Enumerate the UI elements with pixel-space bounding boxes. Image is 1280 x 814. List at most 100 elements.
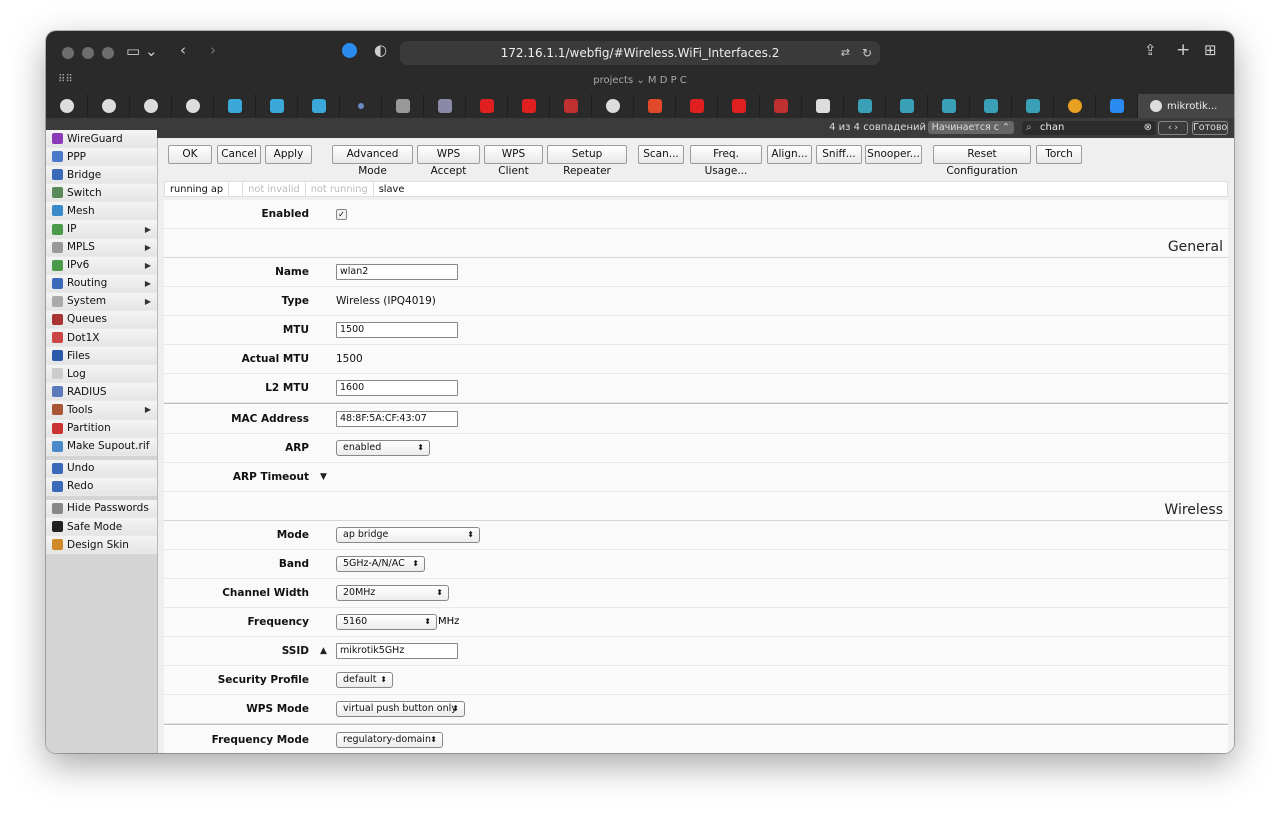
align-button[interactable]: Align... xyxy=(767,145,812,164)
tab-youtube[interactable] xyxy=(466,94,508,118)
tab-v[interactable] xyxy=(424,94,466,118)
sidebar-item-wireguard[interactable]: WireGuard xyxy=(46,130,157,149)
tab-mikrotik-active[interactable]: mikrotik... xyxy=(1138,94,1234,118)
sidebar-item-redo[interactable]: Redo xyxy=(46,477,157,496)
sidebar-item-switch[interactable]: Switch xyxy=(46,184,157,203)
sidebar-item-ipv6[interactable]: IPv6 ▶ xyxy=(46,256,157,275)
find-mode-select[interactable]: Начинается с ⌃ xyxy=(927,121,1014,134)
sidebar-item-undo[interactable]: Undo xyxy=(46,459,157,478)
sidebar-item-safe-mode[interactable]: Safe Mode xyxy=(46,517,157,537)
sidebar-item-log[interactable]: Log xyxy=(46,365,157,384)
cancel-button[interactable]: Cancel xyxy=(217,145,261,164)
tab-app[interactable] xyxy=(634,94,676,118)
sidebar-item-make-supout-rif[interactable]: Make Supout.rif xyxy=(46,437,157,456)
tab-github[interactable] xyxy=(88,94,130,118)
mac-input[interactable]: 48:8F:5A:CF:43:07 xyxy=(336,411,458,427)
name-input[interactable]: wlan2 xyxy=(336,264,458,280)
forward-icon[interactable]: › xyxy=(210,43,216,58)
wps-client-button[interactable]: WPS Client xyxy=(484,145,543,177)
find-input[interactable]: ⌕ chan ⊗ xyxy=(1022,121,1156,135)
translate-icon[interactable]: ⇄ xyxy=(841,41,850,65)
tab-github[interactable] xyxy=(46,94,88,118)
find-prev-next-buttons[interactable]: ‹ › xyxy=(1158,121,1188,135)
scan-button[interactable]: Scan... xyxy=(638,145,684,164)
arp-select[interactable]: enabled ⬍ xyxy=(336,440,430,456)
tab-mikrotik[interactable] xyxy=(760,94,802,118)
tab-youtube[interactable] xyxy=(676,94,718,118)
tab-mikrotik[interactable] xyxy=(550,94,592,118)
wps-mode-select[interactable]: virtual push button only ⬍ xyxy=(336,701,465,717)
sidebar-item-bridge[interactable]: Bridge xyxy=(46,166,157,185)
wps-accept-button[interactable]: WPS Accept xyxy=(417,145,480,177)
sidebar-toggle-icon[interactable]: ▭ ⌄ xyxy=(126,44,158,59)
share-icon[interactable]: ⇪ xyxy=(1144,43,1157,58)
sidebar-item-hide-passwords[interactable]: Hide Passwords xyxy=(46,499,157,518)
close-window-button[interactable] xyxy=(62,47,74,59)
tab-appstore[interactable] xyxy=(1096,94,1138,118)
sidebar-item-ppp[interactable]: PPP xyxy=(46,148,157,167)
back-icon[interactable]: ‹ xyxy=(180,43,186,58)
sidebar-item-ip[interactable]: IP ▶ xyxy=(46,220,157,239)
torch-button[interactable]: Torch xyxy=(1036,145,1082,164)
tab-o[interactable] xyxy=(382,94,424,118)
l2mtu-input[interactable]: 1600 xyxy=(336,380,458,396)
enabled-checkbox[interactable]: ✓ xyxy=(336,209,347,220)
channel-width-select[interactable]: 20MHz ⬍ xyxy=(336,585,449,601)
sidebar-item-dot1x[interactable]: Dot1X xyxy=(46,329,157,348)
tab-github[interactable] xyxy=(592,94,634,118)
tab-gear[interactable] xyxy=(1012,94,1054,118)
favorites-links[interactable]: projects ⌄ M D P C xyxy=(46,75,1234,86)
mode-select[interactable]: ap bridge ⬍ xyxy=(336,527,480,543)
reset-configuration-button[interactable]: Reset Configuration xyxy=(933,145,1031,177)
sidebar-item-routing[interactable]: Routing ▶ xyxy=(46,274,157,293)
tab-gear[interactable] xyxy=(844,94,886,118)
new-tab-icon[interactable]: + xyxy=(1176,42,1190,59)
clear-search-icon[interactable]: ⊗ xyxy=(1144,121,1152,135)
band-select[interactable]: 5GHz-A/N/AC ⬍ xyxy=(336,556,425,572)
snooper-button[interactable]: Snooper... xyxy=(865,145,922,164)
tab-overview-icon[interactable]: ⊞ xyxy=(1204,43,1217,58)
sidebar-item-partition[interactable]: Partition xyxy=(46,419,157,438)
extension-icon[interactable] xyxy=(342,43,357,61)
tab-youtube[interactable] xyxy=(718,94,760,118)
tab-dot[interactable] xyxy=(340,94,382,118)
sidebar-item-files[interactable]: Files xyxy=(46,347,157,366)
tab-circle[interactable] xyxy=(1054,94,1096,118)
sidebar-item-radius[interactable]: RADIUS xyxy=(46,383,157,402)
zoom-window-button[interactable] xyxy=(102,47,114,59)
find-done-button[interactable]: Готово xyxy=(1192,121,1228,135)
ok-button[interactable]: OK xyxy=(168,145,212,164)
frequency-select[interactable]: 5160 ⬍ xyxy=(336,614,437,630)
tab-github[interactable] xyxy=(130,94,172,118)
mtu-input[interactable]: 1500 xyxy=(336,322,458,338)
advanced-mode-button[interactable]: Advanced Mode xyxy=(332,145,413,177)
tab-gear[interactable] xyxy=(928,94,970,118)
reload-icon[interactable]: ↻ xyxy=(862,41,872,65)
setup-repeater-button[interactable]: Setup Repeater xyxy=(547,145,627,177)
tab-gear[interactable] xyxy=(970,94,1012,118)
frequency-mode-select[interactable]: regulatory-domain ⬍ xyxy=(336,732,443,748)
apply-button[interactable]: Apply xyxy=(265,145,312,164)
sidebar-item-mpls[interactable]: MPLS ▶ xyxy=(46,238,157,257)
tab-doc[interactable] xyxy=(298,94,340,118)
sidebar-item-system[interactable]: System ▶ xyxy=(46,292,157,311)
address-bar[interactable]: 172.16.1.1/webfig/#Wireless.WiFi_Interfa… xyxy=(400,41,880,65)
security-profile-select[interactable]: default ⬍ xyxy=(336,672,393,688)
sidebar-item-design-skin[interactable]: Design Skin xyxy=(46,536,157,555)
tab-gear[interactable] xyxy=(886,94,928,118)
sniff-button[interactable]: Sniff... xyxy=(816,145,862,164)
sidebar-item-tools[interactable]: Tools ▶ xyxy=(46,401,157,420)
expand-arrow-icon[interactable]: ▼ xyxy=(320,472,327,482)
tab-doc[interactable] xyxy=(256,94,298,118)
freq-usage-button[interactable]: Freq. Usage... xyxy=(690,145,762,177)
sidebar-item-queues[interactable]: Queues xyxy=(46,310,157,330)
tab-youtube[interactable] xyxy=(508,94,550,118)
minimize-window-button[interactable] xyxy=(82,47,94,59)
privacy-shield-icon[interactable]: ◐ xyxy=(374,43,387,58)
collapse-arrow-icon[interactable]: ▲ xyxy=(320,646,327,656)
tab-doc[interactable] xyxy=(214,94,256,118)
sidebar-item-mesh[interactable]: Mesh xyxy=(46,202,157,221)
tab-instagram[interactable] xyxy=(802,94,844,118)
tab-github[interactable] xyxy=(172,94,214,118)
ssid-input[interactable]: mikrotik5GHz xyxy=(336,643,458,659)
